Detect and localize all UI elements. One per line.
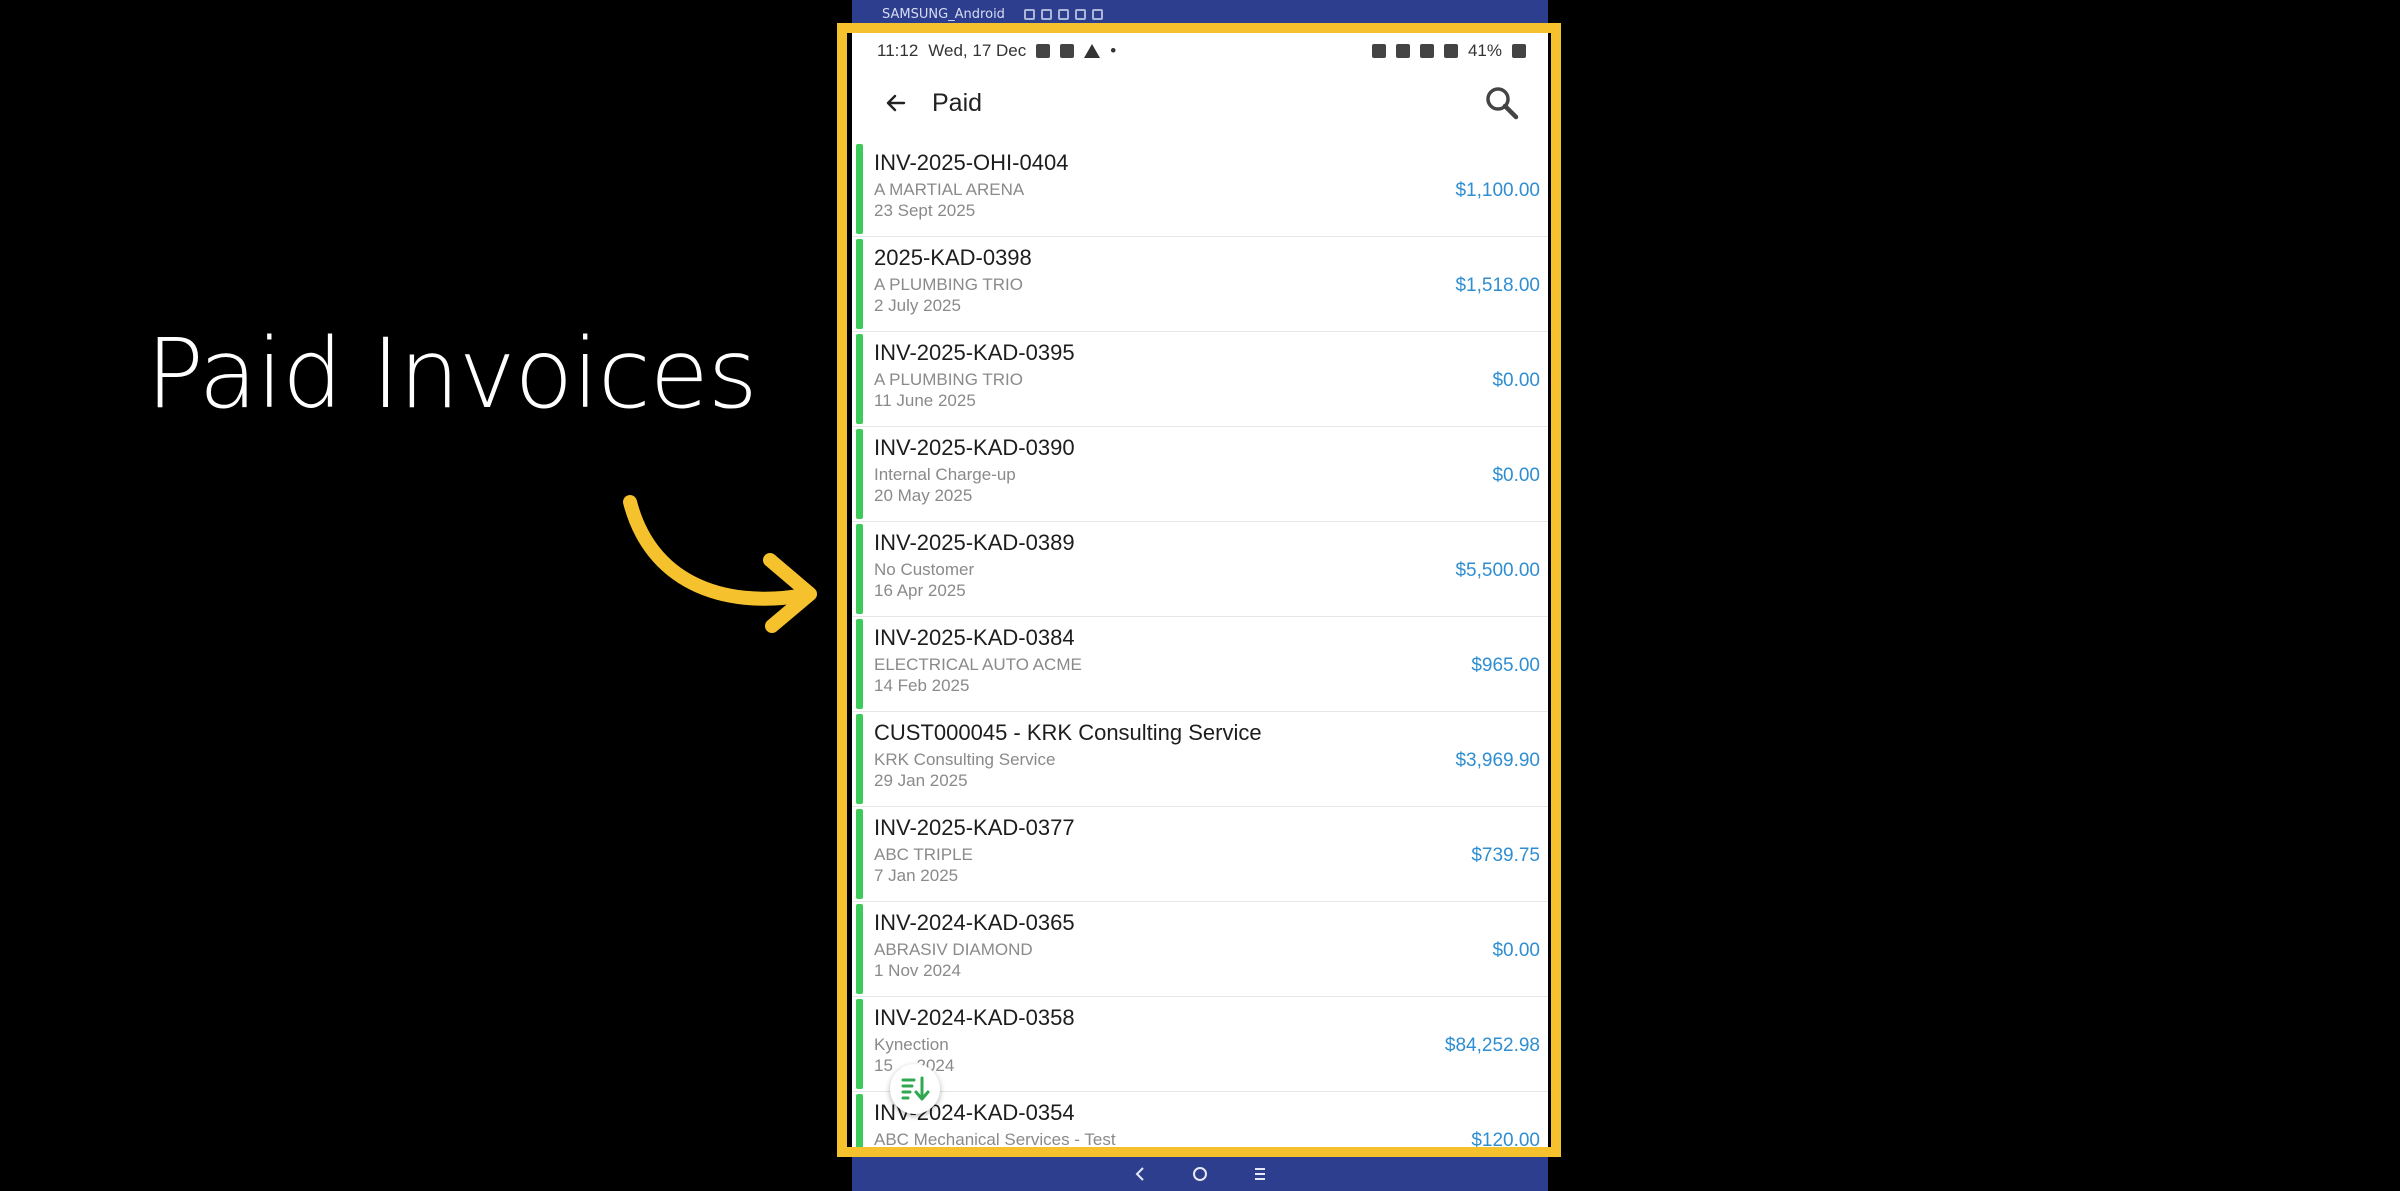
battery-icon <box>1512 44 1526 58</box>
settings-icon[interactable] <box>1092 9 1103 20</box>
warning-icon <box>1084 44 1101 58</box>
invoice-customer: ABC TRIPLE <box>874 845 973 864</box>
headset-icon[interactable] <box>1058 9 1069 20</box>
paid-status-bar <box>856 144 863 234</box>
invoice-row[interactable]: CUST000045 - KRK Consulting Service KRK C… <box>852 712 1548 807</box>
invoice-row[interactable]: INV-2025-KAD-0390 Internal Charge-up 20 Ma… <box>852 427 1548 522</box>
app-screen: 11:12 Wed, 17 Dec • 41% Paid INV-2025-OH… <box>852 32 1548 1157</box>
sort-icon <box>901 1076 930 1101</box>
invoice-customer: Kynection <box>874 1035 949 1054</box>
screenshot-icon[interactable] <box>1024 9 1035 20</box>
status-bar: 11:12 Wed, 17 Dec • 41% <box>877 38 1526 64</box>
invoice-row[interactable]: INV-2024-KAD-0358Kynection15 ... 2024$84… <box>852 997 1548 1092</box>
nav-recents-icon[interactable] <box>1250 1164 1270 1184</box>
invoice-number: INV-2025-KAD-0389 <box>874 530 1075 555</box>
invoice-customer: Internal Charge-up <box>874 465 1016 484</box>
paid-status-bar <box>856 714 863 804</box>
invoice-row[interactable]: INV-2025-KAD-0377 ABC TRIPLE 7 Jan 2025 $73… <box>852 807 1548 902</box>
invoice-amount: $3,969.90 <box>1455 750 1540 771</box>
location-icon <box>1395 44 1410 58</box>
mute-icon <box>1371 44 1386 58</box>
invoice-row[interactable]: INV-2025-KAD-0384 ELECTRICAL AUTO ACME 14 … <box>852 617 1548 712</box>
invoice-customer: A PLUMBING TRIO <box>874 370 1023 389</box>
invoice-date: 7 Jan 2025 <box>874 866 959 885</box>
search-icon[interactable] <box>1480 81 1524 125</box>
invoice-list: INV-2025-OHI-0404 A MARTIAL ARENA 23 Sept … <box>852 142 1548 1157</box>
invoice-number: CUST000045 - KRK Consulting Service <box>874 720 1262 745</box>
invoice-number: INV-2024-KAD-0358 <box>874 1005 1075 1030</box>
invoice-amount: $965.00 <box>1471 655 1540 676</box>
invoice-date: 14 Feb 2025 <box>874 676 970 695</box>
invoice-customer: KRK Consulting Service <box>874 750 1056 769</box>
invoice-amount: $0.00 <box>1492 465 1540 486</box>
device-label: SAMSUNG_Android <box>882 7 1005 22</box>
invoice-row[interactable]: 2025-KAD-0398 A PLUMBING TRIO 2 July 2025 $… <box>852 237 1548 332</box>
invoice-date: 20 May 2025 <box>874 486 973 505</box>
record-icon[interactable] <box>1041 9 1052 20</box>
dot-icon: • <box>1110 41 1117 60</box>
page-title: Paid <box>932 88 983 117</box>
invoice-customer: ELECTRICAL AUTO ACME <box>874 655 1082 674</box>
back-button[interactable] <box>876 83 916 123</box>
arrow-left-icon <box>886 94 906 112</box>
invoice-amount: $120.00 <box>1471 1130 1540 1151</box>
status-time: 11:12 <box>877 41 919 60</box>
paid-status-bar <box>856 904 863 994</box>
paid-status-bar <box>856 1094 863 1157</box>
invoice-row[interactable]: INV-2025-KAD-0389 No Customer 16 Apr 2025 $… <box>852 522 1548 617</box>
sort-button[interactable] <box>890 1064 940 1114</box>
invoice-number: INV-2025-KAD-0390 <box>874 435 1075 460</box>
invoice-date: 23 Sept 2025 <box>874 201 976 220</box>
invoice-amount: $84,252.98 <box>1444 1035 1540 1056</box>
invoice-customer: A MARTIAL ARENA <box>874 180 1025 199</box>
invoice-number: INV-2025-OHI-0404 <box>874 150 1069 175</box>
paid-status-bar <box>856 429 863 519</box>
paid-status-bar <box>856 239 863 329</box>
invoice-customer: No Customer <box>874 560 975 579</box>
invoice-amount: $1,100.00 <box>1455 180 1540 201</box>
invoice-amount: $5,500.00 <box>1455 560 1540 581</box>
invoice-row[interactable]: INV-2025-KAD-0395 A PLUMBING TRIO 11 June … <box>852 332 1548 427</box>
invoice-date: 29 Jan 2025 <box>874 771 968 790</box>
app-bar: Paid <box>852 74 1548 132</box>
invoice-amount: $0.00 <box>1492 940 1540 961</box>
status-date: Wed, 17 Dec <box>928 41 1027 60</box>
invoice-amount: $0.00 <box>1492 370 1540 391</box>
notification-icon <box>1036 44 1051 58</box>
signal-icon <box>1443 44 1458 58</box>
invoice-number: 2025-KAD-0398 <box>874 245 1032 270</box>
paid-status-bar <box>856 334 863 424</box>
paid-status-bar <box>856 999 863 1089</box>
invoice-number: INV-2025-KAD-0395 <box>874 340 1075 365</box>
fullscreen-icon[interactable] <box>1075 9 1086 20</box>
invoice-number: INV-2025-KAD-0384 <box>874 625 1075 650</box>
invoice-customer: ABC Mechanical Services - Test <box>874 1130 1116 1149</box>
invoice-number: INV-2024-KAD-0365 <box>874 910 1075 935</box>
paid-status-bar <box>856 619 863 709</box>
invoice-date: 1 Nov 2024 <box>874 961 961 980</box>
invoice-date: 11 June 2025 <box>874 391 976 410</box>
system-nav-bar <box>852 1157 1548 1191</box>
invoice-date: 16 Apr 2025 <box>874 581 966 600</box>
image-icon <box>1060 44 1075 58</box>
invoice-amount: $1,518.00 <box>1455 275 1540 296</box>
nav-back-icon[interactable] <box>1130 1164 1150 1184</box>
device-frame: SAMSUNG_Android 11:12 Wed, 17 Dec • 41% <box>852 0 1548 1191</box>
invoice-customer: A PLUMBING TRIO <box>874 275 1023 294</box>
invoice-customer: ABRASIV DIAMOND <box>874 940 1033 959</box>
battery-percent: 41% <box>1467 41 1502 60</box>
nav-home-icon[interactable] <box>1190 1164 1210 1184</box>
device-toolbar <box>1024 9 1103 20</box>
paid-status-bar <box>856 524 863 614</box>
invoice-date: 2 July 2025 <box>874 296 961 315</box>
paid-status-bar <box>856 809 863 899</box>
invoice-row[interactable]: INV-2025-OHI-0404 A MARTIAL ARENA 23 Sept … <box>852 142 1548 237</box>
invoice-row[interactable]: INV-2024-KAD-0365 ABRASIV DIAMOND 1 Nov 20… <box>852 902 1548 997</box>
invoice-amount: $739.75 <box>1471 845 1540 866</box>
invoice-row[interactable]: INV-2024-KAD-0354 ABC Mechanical Services… <box>852 1092 1548 1157</box>
network-icon <box>1419 44 1434 58</box>
caption-title: Paid Invoices <box>146 318 758 430</box>
invoice-number: INV-2025-KAD-0377 <box>874 815 1075 840</box>
pointer-arrow-icon <box>623 495 817 633</box>
